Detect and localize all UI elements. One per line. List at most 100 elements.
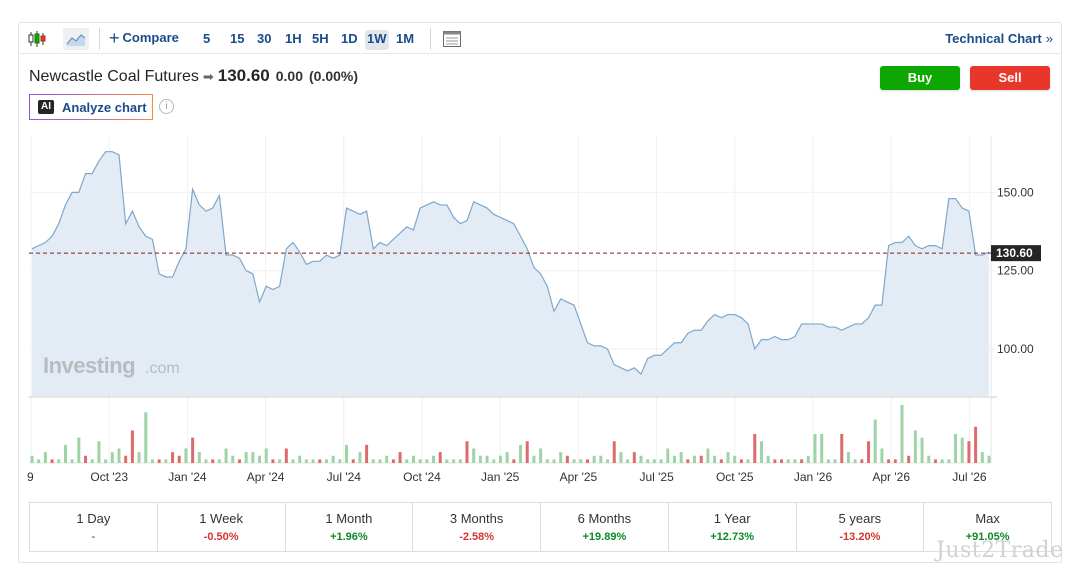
volume-bar: [887, 459, 891, 463]
volume-bar: [780, 459, 784, 463]
volume-bar: [980, 452, 984, 463]
volume-bar: [358, 452, 362, 463]
performance-cell[interactable]: 3 Months -2.58%: [413, 503, 541, 551]
volume-bar: [585, 459, 589, 463]
performance-period-label: 1 Day: [76, 511, 111, 526]
volume-bar: [933, 459, 937, 463]
volume-bar: [960, 437, 964, 463]
volume-bar: [974, 426, 978, 463]
volume-bar: [686, 459, 690, 463]
volume-bar: [826, 459, 830, 463]
x-tick-label: Jan '24: [168, 470, 207, 484]
volume-bar: [739, 459, 743, 463]
volume-bar: [345, 444, 349, 463]
volume-bar: [432, 455, 436, 463]
volume-bar: [117, 448, 121, 463]
performance-change-value: -2.58%: [459, 531, 495, 543]
brand-watermark: Investing: [43, 353, 135, 378]
volume-bar: [532, 455, 536, 463]
performance-period-label: 1 Month: [325, 511, 373, 526]
volume-bar: [418, 459, 422, 463]
volume-bar: [659, 459, 663, 463]
x-tick-label: Jan '25: [481, 470, 520, 484]
volume-bar: [766, 455, 770, 463]
x-tick-label: Apr '26: [872, 470, 910, 484]
volume-bar: [278, 459, 282, 463]
performance-cell[interactable]: 1 Day -: [30, 503, 158, 551]
price-chart[interactable]: 130.60 100.00 125.00 150.00 9 Oct '23 Jan '24 A…: [19, 23, 1063, 493]
volume-bar: [197, 452, 201, 463]
x-tick-label: Jul '25: [639, 470, 674, 484]
volume-bar: [237, 459, 241, 463]
volume-bar: [378, 459, 382, 463]
volume-bar: [311, 459, 315, 463]
x-tick-label: Jul '26: [952, 470, 987, 484]
volume-bar: [552, 459, 556, 463]
chart-widget: + Compare 5 15 30 1H 5H 1D 1W 1M Technic…: [18, 22, 1062, 563]
volume-bar: [411, 455, 415, 463]
volume-bar: [124, 455, 128, 463]
volume-bar: [693, 455, 697, 463]
volume-bar: [907, 455, 911, 463]
volume-bar: [612, 441, 616, 463]
performance-change-value: -: [91, 531, 96, 543]
volume-bar: [365, 444, 369, 463]
volume-bar: [284, 448, 288, 463]
volume-bar: [954, 434, 958, 463]
volume-bar: [525, 441, 529, 463]
performance-period-label: 1 Week: [199, 511, 244, 526]
volume-bar: [987, 455, 991, 463]
volume-bar: [465, 441, 469, 463]
volume-bar: [90, 459, 94, 463]
volume-bar: [699, 455, 703, 463]
volume-bar: [733, 455, 737, 463]
volume-bar: [519, 444, 523, 463]
performance-cell[interactable]: 5 years -13.20%: [797, 503, 925, 551]
volume-bar: [244, 452, 248, 463]
last-price-label: 130.60: [996, 246, 1033, 260]
performance-cell[interactable]: 1 Week -0.50%: [158, 503, 286, 551]
volume-bar: [706, 448, 710, 463]
x-tick-label: Jan '26: [794, 470, 833, 484]
volume-bar: [104, 459, 108, 463]
volume-bar: [867, 441, 871, 463]
performance-change-value: +12.73%: [710, 531, 754, 543]
volume-bar: [813, 434, 817, 463]
volume-bar: [258, 455, 262, 463]
volume-bar: [251, 452, 255, 463]
performance-cell[interactable]: 1 Year +12.73%: [669, 503, 797, 551]
volume-bar: [351, 459, 355, 463]
volume-bar: [626, 459, 630, 463]
volume-bar: [425, 459, 429, 463]
volume-bar: [271, 459, 275, 463]
volume-bar: [478, 455, 482, 463]
volume-bar: [37, 459, 41, 463]
volume-bar: [184, 448, 188, 463]
volume-bar: [30, 455, 34, 463]
volume-bar: [264, 448, 268, 463]
volume-bar: [666, 448, 670, 463]
performance-period-label: 5 years: [838, 511, 882, 526]
volume-bar: [619, 452, 623, 463]
performance-cell[interactable]: 6 Months +19.89%: [541, 503, 669, 551]
volume-bar: [913, 430, 917, 463]
volume-bar: [324, 459, 328, 463]
volume-bar: [445, 459, 449, 463]
volume-bar: [579, 459, 583, 463]
volume-bar: [947, 459, 951, 463]
volume-bar: [873, 419, 877, 463]
volume-bar: [820, 434, 824, 463]
volume-bar: [391, 459, 395, 463]
x-tick-label: Jul '24: [327, 470, 362, 484]
volume-bar: [679, 452, 683, 463]
volume-bar: [177, 455, 181, 463]
volume-bar: [130, 430, 134, 463]
performance-cell[interactable]: 1 Month +1.96%: [286, 503, 414, 551]
volume-bar: [893, 459, 897, 463]
volume-bar: [304, 459, 308, 463]
volume-bar: [840, 434, 844, 463]
y-tick-label: 150.00: [997, 185, 1034, 199]
volume-bar: [545, 459, 549, 463]
volume-bar: [458, 459, 462, 463]
x-tick-label: Apr '25: [560, 470, 598, 484]
